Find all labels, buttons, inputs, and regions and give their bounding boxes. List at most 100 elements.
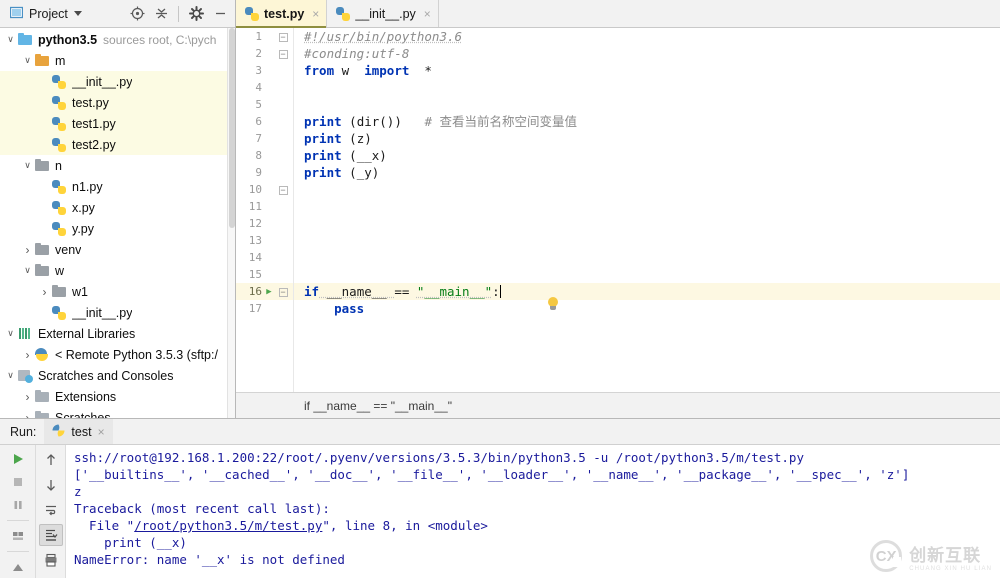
- run-tab-close-icon[interactable]: ×: [98, 425, 105, 439]
- collapse-all-icon[interactable]: [150, 3, 172, 25]
- gutter-row[interactable]: 6: [236, 113, 294, 130]
- breadcrumb[interactable]: if __name__ == "__main__": [236, 392, 1000, 418]
- gutter-row[interactable]: 16▶−: [236, 283, 294, 300]
- tree-node[interactable]: x.py: [0, 197, 227, 218]
- gutter-row[interactable]: 3: [236, 62, 294, 79]
- chevron-down-icon[interactable]: ∨: [4, 323, 17, 344]
- code-text[interactable]: #!/usr/bin/poython3.6#conding:utf-8from …: [294, 28, 1000, 392]
- fold-marker-icon[interactable]: −: [276, 185, 290, 195]
- gutter-row[interactable]: 5: [236, 96, 294, 113]
- code-line[interactable]: print (z): [294, 130, 1000, 147]
- tree-node[interactable]: __init__.py: [0, 71, 227, 92]
- fold-marker-icon[interactable]: −: [276, 49, 290, 59]
- code-line[interactable]: [294, 79, 1000, 96]
- code-line[interactable]: [294, 181, 1000, 198]
- chevron-down-icon[interactable]: ∨: [4, 29, 17, 50]
- code-line[interactable]: [294, 249, 1000, 266]
- project-tree-scrollbar[interactable]: [227, 28, 235, 418]
- chevron-right-icon[interactable]: ›: [21, 407, 34, 418]
- scrollbar-thumb[interactable]: [229, 28, 235, 228]
- fold-marker-icon[interactable]: −: [276, 32, 290, 42]
- gutter-row[interactable]: 1−: [236, 28, 294, 45]
- project-tree[interactable]: ∨python3.5sources root, C:\pych∨m__init_…: [0, 28, 227, 418]
- chevron-down-icon[interactable]: ∨: [21, 155, 34, 176]
- code-line[interactable]: pass: [294, 300, 1000, 317]
- gutter-row[interactable]: 13: [236, 232, 294, 249]
- code-line[interactable]: [294, 232, 1000, 249]
- gutter-row[interactable]: 15: [236, 266, 294, 283]
- gutter-row[interactable]: 2−: [236, 45, 294, 62]
- layout-icon[interactable]: [6, 526, 30, 547]
- tree-node[interactable]: __init__.py: [0, 302, 227, 323]
- tree-node[interactable]: ∨Scratches and Consoles: [0, 365, 227, 386]
- code-line[interactable]: #!/usr/bin/poython3.6: [294, 28, 1000, 45]
- editor-tab[interactable]: test.py×: [236, 0, 327, 27]
- code-line[interactable]: [294, 198, 1000, 215]
- code-editor[interactable]: 1−2−345678910−111213141516▶−17 #!/usr/bi…: [236, 28, 1000, 392]
- tree-node[interactable]: test2.py: [0, 134, 227, 155]
- gutter-row[interactable]: 7: [236, 130, 294, 147]
- print-icon[interactable]: [39, 549, 63, 571]
- code-line[interactable]: print (_y): [294, 164, 1000, 181]
- code-line[interactable]: print (__x): [294, 147, 1000, 164]
- console-output[interactable]: ssh://root@192.168.1.200:22/root/.pyenv/…: [66, 445, 1000, 578]
- gutter-row[interactable]: 11: [236, 198, 294, 215]
- gutter-row[interactable]: 9: [236, 164, 294, 181]
- code-line[interactable]: [294, 96, 1000, 113]
- scroll-down-icon[interactable]: [39, 474, 63, 496]
- chevron-right-icon[interactable]: ›: [21, 386, 34, 407]
- soft-wrap-icon[interactable]: [39, 499, 63, 521]
- gutter-row[interactable]: 10−: [236, 181, 294, 198]
- intention-bulb-icon[interactable]: [546, 297, 560, 311]
- console-file-link[interactable]: /root/python3.5/m/test.py: [134, 518, 322, 533]
- code-line[interactable]: print (dir()) # 查看当前名称空间变量值: [294, 113, 1000, 130]
- chevron-down-icon[interactable]: ∨: [4, 365, 17, 386]
- tree-node[interactable]: test1.py: [0, 113, 227, 134]
- tree-node[interactable]: ∨n: [0, 155, 227, 176]
- code-line[interactable]: [294, 266, 1000, 283]
- project-title-group[interactable]: Project: [4, 6, 82, 22]
- tree-node[interactable]: ∨External Libraries: [0, 323, 227, 344]
- tree-node[interactable]: ∨m: [0, 50, 227, 71]
- tree-node[interactable]: ∨python3.5sources root, C:\pych: [0, 29, 227, 50]
- pin-icon[interactable]: [6, 557, 30, 578]
- editor-gutter[interactable]: 1−2−345678910−111213141516▶−17: [236, 28, 294, 392]
- run-line-icon[interactable]: ▶: [262, 287, 276, 297]
- minimize-icon[interactable]: [209, 3, 231, 25]
- tree-node[interactable]: ›< Remote Python 3.5.3 (sftp:/: [0, 344, 227, 365]
- run-configuration-tab[interactable]: test ×: [44, 419, 112, 444]
- gutter-row[interactable]: 4: [236, 79, 294, 96]
- chevron-down-icon[interactable]: ∨: [21, 260, 34, 281]
- run-icon[interactable]: [6, 449, 30, 470]
- gutter-row[interactable]: 17: [236, 300, 294, 317]
- settings-gear-icon[interactable]: [185, 3, 207, 25]
- code-line[interactable]: #conding:utf-8: [294, 45, 1000, 62]
- chevron-right-icon[interactable]: ›: [38, 281, 51, 302]
- tab-close-icon[interactable]: ×: [424, 7, 431, 21]
- code-line[interactable]: if __name__ == "__main__":: [294, 283, 1000, 300]
- tree-node[interactable]: ∨w: [0, 260, 227, 281]
- tree-node[interactable]: ›Extensions: [0, 386, 227, 407]
- tab-close-icon[interactable]: ×: [312, 7, 319, 21]
- chevron-right-icon[interactable]: ›: [21, 344, 34, 365]
- scroll-to-end-icon[interactable]: [39, 524, 63, 546]
- stop-icon[interactable]: [6, 472, 30, 493]
- code-line[interactable]: from w import *: [294, 62, 1000, 79]
- locate-icon[interactable]: [126, 3, 148, 25]
- gutter-row[interactable]: 14: [236, 249, 294, 266]
- tree-node[interactable]: y.py: [0, 218, 227, 239]
- tree-node[interactable]: ›w1: [0, 281, 227, 302]
- project-dropdown-icon[interactable]: [74, 11, 82, 16]
- tree-node[interactable]: n1.py: [0, 176, 227, 197]
- tree-node[interactable]: ›Scratches: [0, 407, 227, 418]
- scroll-up-icon[interactable]: [39, 449, 63, 471]
- tree-node[interactable]: test.py: [0, 92, 227, 113]
- code-line[interactable]: [294, 215, 1000, 232]
- chevron-down-icon[interactable]: ∨: [21, 50, 34, 71]
- gutter-row[interactable]: 12: [236, 215, 294, 232]
- gutter-row[interactable]: 8: [236, 147, 294, 164]
- tree-node[interactable]: ›venv: [0, 239, 227, 260]
- chevron-right-icon[interactable]: ›: [21, 239, 34, 260]
- pause-icon[interactable]: [6, 494, 30, 515]
- fold-marker-icon[interactable]: −: [276, 287, 290, 297]
